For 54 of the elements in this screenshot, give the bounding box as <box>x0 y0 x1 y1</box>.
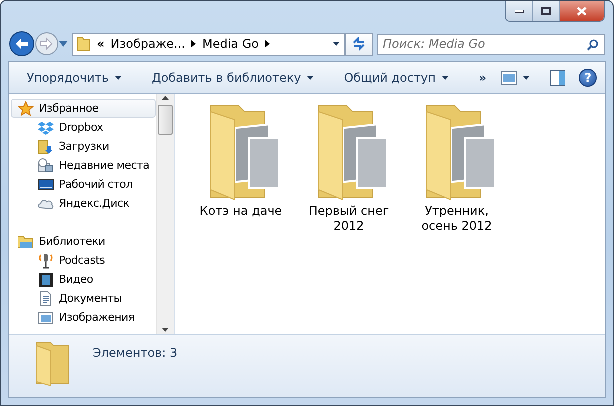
sidebar-item[interactable]: Документы <box>11 289 156 308</box>
breadcrumb[interactable]: Изображе... <box>110 37 186 51</box>
breadcrumb-overflow[interactable]: « <box>97 37 105 51</box>
sidebar-item[interactable]: Dropbox <box>11 118 156 137</box>
sidebar-group[interactable]: Библиотеки <box>11 232 156 251</box>
caret-icon <box>332 42 340 46</box>
star-icon <box>18 100 34 116</box>
close-icon <box>577 6 587 16</box>
maximize-button[interactable] <box>533 1 560 21</box>
toolbar-menu[interactable]: Упорядочить <box>19 68 130 88</box>
back-button[interactable] <box>9 31 35 57</box>
folder-item[interactable]: Первый снег 2012 <box>305 102 393 234</box>
toolbar-menu[interactable]: Добавить в библиотеку <box>144 68 322 88</box>
chevron-icon[interactable] <box>191 40 196 48</box>
more-commands[interactable]: » <box>470 68 495 88</box>
sidebar-item[interactable]: Рабочий стол <box>11 175 156 194</box>
desktop-icon <box>38 176 54 192</box>
folder-name: Утренник, осень 2012 <box>420 204 494 234</box>
folder-item[interactable]: Котэ на даче <box>197 102 285 219</box>
sidebar-item[interactable]: Недавние места <box>11 156 156 175</box>
folder-icon <box>77 36 91 52</box>
sidebar-group[interactable]: Избранное <box>11 99 156 118</box>
scroll-up-icon[interactable] <box>162 94 169 102</box>
sidebar-item[interactable]: Загрузки <box>11 137 156 156</box>
folder-name: Первый снег 2012 <box>308 204 390 234</box>
refresh-button[interactable] <box>345 32 373 56</box>
document-icon <box>38 290 54 306</box>
sidebar-item[interactable]: Изображения <box>11 308 156 327</box>
chevron-icon[interactable] <box>264 40 270 48</box>
search-icon <box>587 38 599 50</box>
sidebar-item[interactable]: Podcasts <box>11 251 156 270</box>
refresh-icon <box>352 37 366 51</box>
close-button[interactable] <box>560 1 604 21</box>
toolbar-menu[interactable]: Общий доступ <box>336 68 457 88</box>
folder-item[interactable]: Утренник, осень 2012 <box>413 102 501 234</box>
picture-icon <box>38 310 54 326</box>
sidebar-item[interactable]: Видео <box>11 270 156 289</box>
caret-icon <box>522 76 530 80</box>
item-count: Элементов: 3 <box>93 346 178 360</box>
scroll-down-icon[interactable] <box>162 326 169 334</box>
folder-name: Котэ на даче <box>200 204 282 219</box>
preview-pane-icon[interactable] <box>550 70 566 86</box>
address-bar[interactable]: « Изображе... Media Go <box>72 32 345 56</box>
download-icon <box>38 138 54 154</box>
minimize-button[interactable] <box>506 1 533 21</box>
view-icon <box>500 70 517 84</box>
minimize-icon <box>514 10 524 12</box>
maximize-icon <box>541 7 551 15</box>
search-field[interactable]: Поиск: Media Go <box>377 34 605 54</box>
breadcrumb[interactable]: Media Go <box>202 37 259 51</box>
sidebar-item[interactable]: Яндекс.Диск <box>11 194 156 213</box>
history-dropdown-icon[interactable] <box>59 41 68 47</box>
scrollbar[interactable] <box>156 94 174 334</box>
scrollbar-thumb[interactable] <box>158 105 173 135</box>
